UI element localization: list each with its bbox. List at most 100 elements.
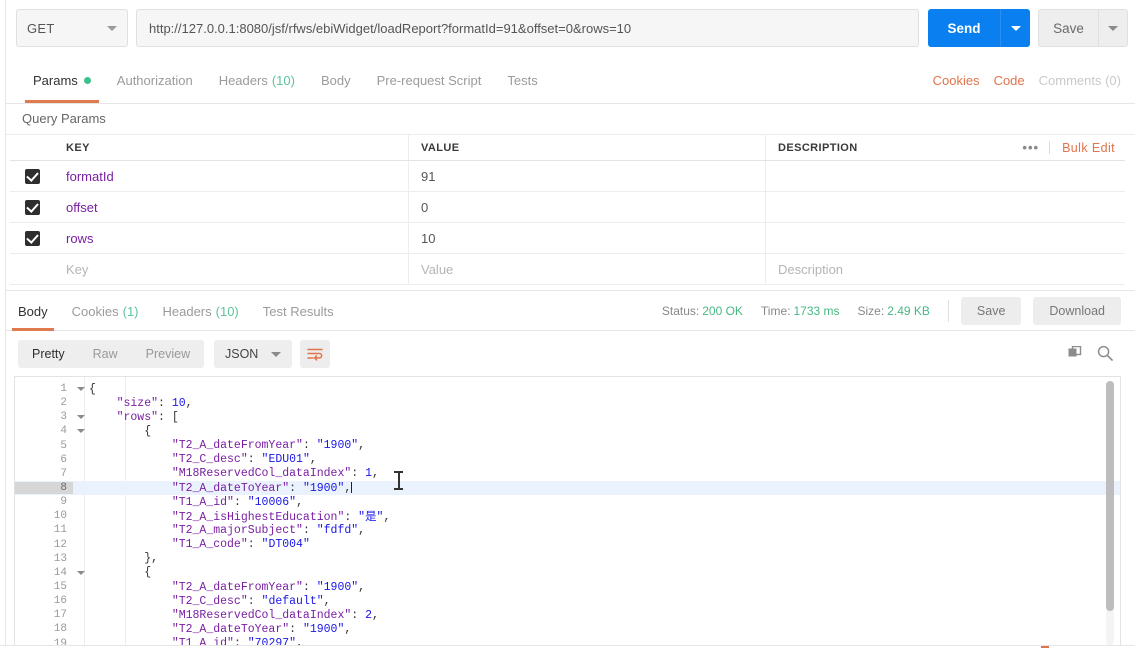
editor-scrollbar-thumb[interactable] <box>1106 381 1114 611</box>
url-input[interactable]: http://127.0.0.1:8080/jsf/rfws/ebiWidget… <box>136 9 919 47</box>
response-body-editor[interactable]: 1{2 "size": 10, 3 "rows": [4 {5 "T2_A_dat… <box>14 376 1121 648</box>
new-key-input[interactable]: Key <box>54 254 409 284</box>
code-line[interactable]: 11 "T2_A_majorSubject": "fdfd", <box>15 523 1120 537</box>
line-number: 2 <box>60 397 67 410</box>
code-line[interactable]: 7 "M18ReservedCol_dataIndex": 1, <box>15 467 1120 481</box>
cookies-link[interactable]: Cookies <box>933 73 980 88</box>
code-text: "size": 10, <box>73 397 193 410</box>
code-line[interactable]: 17 "M18ReservedCol_dataIndex": 2, <box>15 608 1120 622</box>
fold-triangle-icon[interactable] <box>77 429 85 434</box>
checkbox-checked-icon[interactable] <box>24 230 40 246</box>
code-text: "T2_C_desc": "EDU01", <box>73 453 317 466</box>
code-line[interactable]: 1{ <box>15 382 1120 396</box>
query-params-title-text: Query Params <box>22 111 106 126</box>
code-line[interactable]: 2 "size": 10, <box>15 396 1120 410</box>
code-line[interactable]: 9 "T1_A_id": "10006", <box>15 495 1120 509</box>
table-row-empty[interactable]: Key Value Description <box>10 254 1125 285</box>
bulk-edit-button[interactable]: Bulk Edit <box>1050 141 1115 155</box>
code-line[interactable]: 15 "T2_A_dateFromYear": "1900", <box>15 580 1120 594</box>
row-description[interactable] <box>766 192 1125 222</box>
save-response-button[interactable]: Save <box>960 297 1022 325</box>
http-method-select[interactable]: GET <box>16 9 128 47</box>
tab-headers[interactable]: Headers (10) <box>206 57 308 103</box>
request-tab-list: Params Authorization Headers (10) Body P… <box>20 57 551 103</box>
line-number: 5 <box>60 439 67 452</box>
line-number: 8 <box>15 482 73 495</box>
response-tab-headers[interactable]: Headers (10) <box>151 291 251 331</box>
header-actions: ••• Bulk Edit <box>1012 135 1125 160</box>
tab-authorization[interactable]: Authorization <box>104 57 206 103</box>
code-line[interactable]: 4 { <box>15 424 1120 438</box>
fold-triangle-icon[interactable] <box>77 570 85 575</box>
code-line[interactable]: 6 "T2_C_desc": "EDU01", <box>15 453 1120 467</box>
search-body-button[interactable] <box>1097 345 1113 366</box>
table-row[interactable]: rows 10 <box>10 223 1125 254</box>
save-request-button[interactable]: Save <box>1038 9 1098 47</box>
row-value[interactable]: 0 <box>409 192 766 222</box>
tab-label: Cookies <box>71 303 119 319</box>
code-line[interactable]: 14 { <box>15 566 1120 580</box>
search-icon <box>1097 345 1113 361</box>
response-tab-body[interactable]: Body <box>6 291 60 331</box>
row-description[interactable] <box>766 223 1125 253</box>
tab-tests[interactable]: Tests <box>494 57 550 103</box>
tab-label: Pre-request Script <box>376 72 482 88</box>
row-checkbox-cell[interactable] <box>10 254 54 284</box>
tab-params[interactable]: Params <box>20 57 104 103</box>
send-options-button[interactable] <box>1000 9 1030 47</box>
row-key[interactable]: offset <box>54 192 409 222</box>
chevron-down-icon <box>271 351 282 357</box>
save-options-button[interactable] <box>1098 9 1128 47</box>
line-number: 4 <box>60 425 67 438</box>
new-value-input[interactable]: Value <box>409 254 766 284</box>
code-line[interactable]: 5 "T2_A_dateFromYear": "1900", <box>15 439 1120 453</box>
format-select[interactable]: JSON <box>214 340 293 368</box>
row-checkbox-cell[interactable] <box>10 192 54 222</box>
row-key[interactable]: formatId <box>54 161 409 191</box>
response-tab-test-results[interactable]: Test Results <box>251 291 346 331</box>
fold-triangle-icon[interactable] <box>77 415 85 420</box>
code-line[interactable]: 3 "rows": [ <box>15 410 1120 424</box>
line-number: 6 <box>60 453 67 466</box>
table-row[interactable]: offset 0 <box>10 192 1125 223</box>
tab-label: Params <box>33 72 78 88</box>
more-options-icon[interactable]: ••• <box>1012 141 1051 154</box>
row-checkbox-cell[interactable] <box>10 161 54 191</box>
tab-count: (10) <box>215 303 239 319</box>
response-tab-cookies[interactable]: Cookies (1) <box>60 291 151 331</box>
send-button[interactable]: Send <box>928 9 1000 47</box>
time-label: Time: <box>760 304 791 318</box>
comments-link[interactable]: Comments (0) <box>1039 73 1121 88</box>
row-key[interactable]: rows <box>54 223 409 253</box>
checkbox-checked-icon[interactable] <box>24 168 40 184</box>
row-checkbox-cell[interactable] <box>10 223 54 253</box>
view-raw[interactable]: Raw <box>79 340 132 368</box>
row-description[interactable] <box>766 161 1125 191</box>
code-link[interactable]: Code <box>994 73 1025 88</box>
tab-label: Authorization <box>116 72 193 88</box>
code-token: "T2_A_isHighestEducation" <box>89 511 345 525</box>
fold-triangle-icon[interactable] <box>77 387 85 392</box>
code-line[interactable]: 18 "T2_A_dateToYear": "1900", <box>15 622 1120 636</box>
checkbox-checked-icon[interactable] <box>24 199 40 215</box>
text-caret <box>351 481 353 493</box>
new-description-input[interactable]: Description <box>766 254 1125 284</box>
code-lines[interactable]: 1{2 "size": 10, 3 "rows": [4 {5 "T2_A_dat… <box>15 382 1120 648</box>
table-row[interactable]: formatId 91 <box>10 161 1125 192</box>
code-line[interactable]: 10 "T2_A_isHighestEducation": "是", <box>15 509 1120 525</box>
line-number: 14 <box>53 566 67 579</box>
copy-button[interactable] <box>1068 345 1083 366</box>
code-line[interactable]: 12 "T1_A_code": "DT004" <box>15 538 1120 552</box>
download-response-button[interactable]: Download <box>1033 297 1121 325</box>
tab-pre-request-script[interactable]: Pre-request Script <box>364 57 495 103</box>
word-wrap-button[interactable] <box>300 340 330 368</box>
code-line[interactable]: 16 "T2_C_desc": "default", <box>15 594 1120 608</box>
code-line[interactable]: 13 }, <box>15 552 1120 566</box>
row-value[interactable]: 10 <box>409 223 766 253</box>
code-token: "default" <box>261 594 324 608</box>
row-value[interactable]: 91 <box>409 161 766 191</box>
view-preview[interactable]: Preview <box>132 340 204 368</box>
view-pretty[interactable]: Pretty <box>18 340 79 368</box>
code-line[interactable]: 8 "T2_A_dateToYear": "1900", <box>15 480 1120 496</box>
tab-body[interactable]: Body <box>308 57 364 103</box>
